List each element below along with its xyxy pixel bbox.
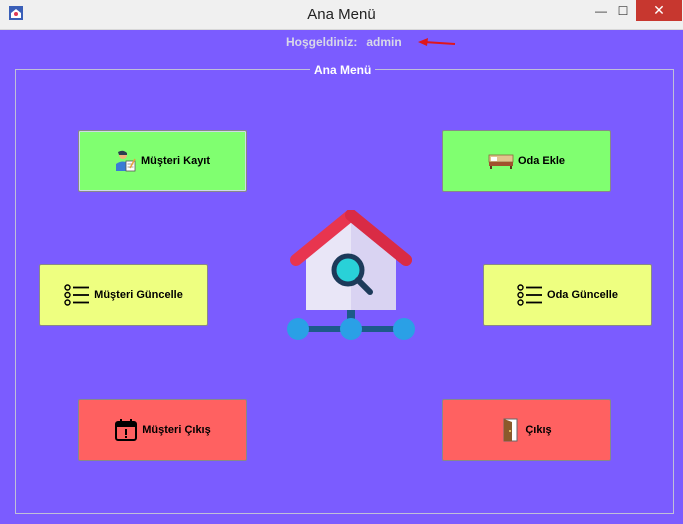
close-button[interactable]: ✕ [636, 0, 682, 21]
musteri-guncelle-label: Müşteri Güncelle [94, 289, 183, 301]
musteri-guncelle-button[interactable]: Müşteri Güncelle [39, 264, 208, 326]
calendar-alert-icon [114, 418, 138, 442]
group-legend: Ana Menü [310, 63, 376, 77]
bed-icon [488, 152, 514, 170]
oda-guncelle-button[interactable]: Oda Güncelle [483, 264, 652, 326]
welcome-label: Hoşgeldiniz: [286, 35, 358, 49]
oda-ekle-button[interactable]: Oda Ekle [442, 130, 611, 192]
red-arrow-icon [418, 38, 456, 46]
house-search-network-icon [287, 210, 415, 340]
musteri-cikis-label: Müşteri Çıkış [142, 424, 211, 436]
musteri-kayit-button[interactable]: Müşteri Kayıt [78, 130, 247, 192]
list-icon [517, 284, 543, 306]
maximize-button[interactable]: ☐ [612, 0, 634, 21]
oda-guncelle-label: Oda Güncelle [547, 289, 618, 301]
list-icon [64, 284, 90, 306]
welcome-text: Hoşgeldiniz: admin [286, 35, 402, 49]
welcome-username: admin [366, 35, 402, 49]
user-form-icon [115, 150, 137, 172]
title-bar: Ana Menü — ☐ ✕ [0, 0, 683, 30]
cikis-label: Çıkış [525, 424, 552, 436]
minimize-button[interactable]: — [590, 0, 612, 21]
door-exit-icon [501, 418, 521, 442]
musteri-cikis-button[interactable]: Müşteri Çıkış [78, 399, 247, 461]
window-title: Ana Menü [307, 6, 376, 23]
oda-ekle-label: Oda Ekle [517, 155, 566, 167]
cikis-button[interactable]: Çıkış [442, 399, 611, 461]
musteri-kayit-label: Müşteri Kayıt [140, 155, 211, 167]
